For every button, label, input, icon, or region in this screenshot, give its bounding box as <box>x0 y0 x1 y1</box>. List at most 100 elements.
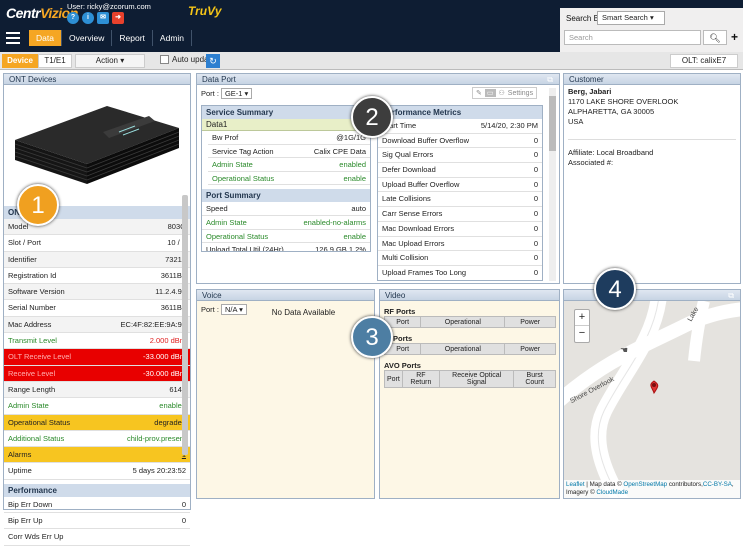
ont-perf-label: Bip Err Up <box>8 516 43 526</box>
action-dropdown[interactable]: Action ▾ <box>75 54 145 68</box>
port-summary-header: Port Summary <box>202 189 370 203</box>
voice-port-label: Port : <box>201 305 219 314</box>
add-icon[interactable]: + <box>731 30 738 44</box>
ip-col-operational[interactable]: Operational <box>420 343 506 355</box>
ip-ports-label: IP Ports <box>384 334 413 343</box>
ont-info-label: Range Length <box>8 384 56 394</box>
service-label: Operational Status <box>212 173 275 183</box>
tab-device[interactable]: Device <box>2 54 38 68</box>
voice-port-select[interactable]: N/A ▾ <box>220 304 247 315</box>
ont-perf-value: 0 <box>181 516 186 526</box>
ont-scrollbar[interactable] <box>182 195 188 455</box>
port-summary-value: enable <box>343 231 366 241</box>
rf-col-operational[interactable]: Operational <box>420 316 506 328</box>
perf-metric-value: 0 <box>533 179 538 189</box>
expand-icon[interactable]: ⧉ <box>728 290 734 301</box>
ont-info-label: Additional Status <box>8 433 65 443</box>
olt-label: OLT: calixE7 <box>670 54 738 68</box>
auto-update-checkbox[interactable] <box>160 55 169 64</box>
ont-info-row: Additional Status child-prov.present <box>4 431 190 448</box>
perf-metric-value: 0 <box>533 165 538 175</box>
perf-metric-label: Upload Frames Too Long <box>382 267 467 277</box>
cloudmade-link[interactable]: CloudMade <box>596 489 628 496</box>
customer-associated: Associated #: <box>568 158 614 167</box>
ont-info-row: Mac Address EC:4F:82:EE:9A:96 <box>4 316 190 334</box>
caret-down-icon: ▾ <box>649 13 654 22</box>
nav-tab-overview[interactable]: Overview <box>62 30 113 46</box>
main-nav-tabs: Data Overview Report Admin <box>29 30 193 46</box>
rf-ports-label: RF Ports <box>384 307 416 316</box>
customer-divider <box>568 139 736 140</box>
service-label: Service Tag Action <box>212 146 274 156</box>
search-input[interactable]: Search <box>564 30 701 45</box>
service-row: Service Tag Action Calix CPE Data <box>208 145 370 159</box>
ont-panel-title: ONT Devices <box>4 74 190 85</box>
avo-col-receive-optical[interactable]: Receive Optical Signal <box>438 370 515 388</box>
logout-icon[interactable]: ➜ <box>112 12 124 24</box>
perf-metric-row: Multi Collision 0 <box>378 251 542 266</box>
callout-badge-2: 2 <box>351 96 393 138</box>
info-icon[interactable]: i <box>82 12 94 24</box>
expand-icon[interactable]: ⧉ <box>547 74 553 85</box>
avo-col-port[interactable]: Port <box>384 370 403 388</box>
settings-label: Settings <box>507 89 534 97</box>
settings-button[interactable]: ✎ ▭ ⚇ Settings <box>472 87 538 99</box>
ont-info-row: Admin State enabled <box>4 398 190 415</box>
mail-icon[interactable]: ✉ <box>97 12 109 24</box>
leaflet-link[interactable]: Leaflet <box>566 481 585 488</box>
zoom-in-button[interactable]: + <box>575 310 589 326</box>
rf-col-power[interactable]: Power <box>504 316 556 328</box>
truvy-logo[interactable]: TruVy <box>188 4 222 18</box>
perf-metric-value: 0 <box>533 253 538 263</box>
ont-info-label: Slot / Port <box>8 238 41 248</box>
avo-col-rf-return[interactable]: RF Return <box>401 370 440 388</box>
customer-affiliate: Affiliate: Local Broadband <box>568 148 654 157</box>
service-row: Bw Prof @1G/1G <box>208 131 370 145</box>
ont-performance-grid: Bip Err Down 0 Bip Err Up 0 Corr Wds Err Up <box>4 497 190 546</box>
nav-tab-data[interactable]: Data <box>29 30 62 46</box>
perf-metric-label: Upload Buffer Overflow <box>382 179 460 189</box>
search-button[interactable]: 🔍︎ <box>703 30 727 45</box>
data-port-scrollbar-track[interactable] <box>549 88 556 281</box>
voice-title: Voice <box>197 290 374 301</box>
map-attribution: Leaflet | Map data © OpenStreetMap contr… <box>564 480 740 498</box>
ont-info-label: Admin State <box>8 401 49 411</box>
tab-t1e1[interactable]: T1/E1 <box>38 54 72 68</box>
ont-perf-row: Corr Wds Err Up <box>4 529 190 546</box>
nav-tab-report[interactable]: Report <box>112 30 153 46</box>
hamburger-menu-icon[interactable] <box>6 32 20 44</box>
map-canvas[interactable]: + − Lake Shore Overlook ☚ Leaflet | Map … <box>564 301 740 498</box>
perf-metric-label: Mac Upload Errors <box>382 238 445 248</box>
service-value: enable <box>343 173 366 183</box>
perf-metric-label: Download Buffer Overflow <box>382 135 469 145</box>
data-port-scrollbar-thumb[interactable] <box>549 96 556 151</box>
service-label: Bw Prof <box>212 133 239 142</box>
ont-info-value: -30.000 dBm <box>143 368 186 378</box>
customer-name[interactable]: Berg, Jabari <box>568 87 736 97</box>
ont-info-label: Transmit Level <box>8 336 57 346</box>
help-icon[interactable]: ? <box>67 12 79 24</box>
perf-metric-value: 0 <box>533 150 538 160</box>
perf-metric-label: Late Collisions <box>382 194 431 204</box>
port-select[interactable]: GE-1 ▾ <box>220 88 253 99</box>
callout-badge-1: 1 <box>17 184 59 226</box>
cc-link[interactable]: CC-BY-SA <box>703 481 732 488</box>
search-mode-select[interactable]: Smart Search ▾ <box>597 11 665 25</box>
perf-metric-value: 0 <box>533 238 538 248</box>
perf-metric-row: Download Buffer Overflow 0 <box>378 134 542 149</box>
ont-info-row: Operational Status degraded <box>4 414 190 431</box>
osm-link[interactable]: OpenStreetMap <box>623 481 667 488</box>
nav-tab-admin[interactable]: Admin <box>153 30 193 46</box>
avo-col-burst-count[interactable]: Burst Count <box>513 370 556 388</box>
port-select-row: Port : GE-1 ▾ <box>201 88 253 99</box>
ont-info-label: Uptime <box>8 466 32 476</box>
zoom-out-button[interactable]: − <box>575 326 589 342</box>
perf-metric-label: Multi Collision <box>382 253 429 263</box>
rf-ports-table: Port Operational Power <box>383 316 556 328</box>
ip-col-power[interactable]: Power <box>504 343 556 355</box>
action-label: Action <box>95 56 118 65</box>
caret-down-icon: ▾ <box>120 56 125 65</box>
ont-info-row: Software Version 11.2.4.90 <box>4 284 190 301</box>
perf-metric-row: Upload Frames Too Long 0 <box>378 266 542 280</box>
refresh-button[interactable]: ↻ <box>206 54 220 68</box>
